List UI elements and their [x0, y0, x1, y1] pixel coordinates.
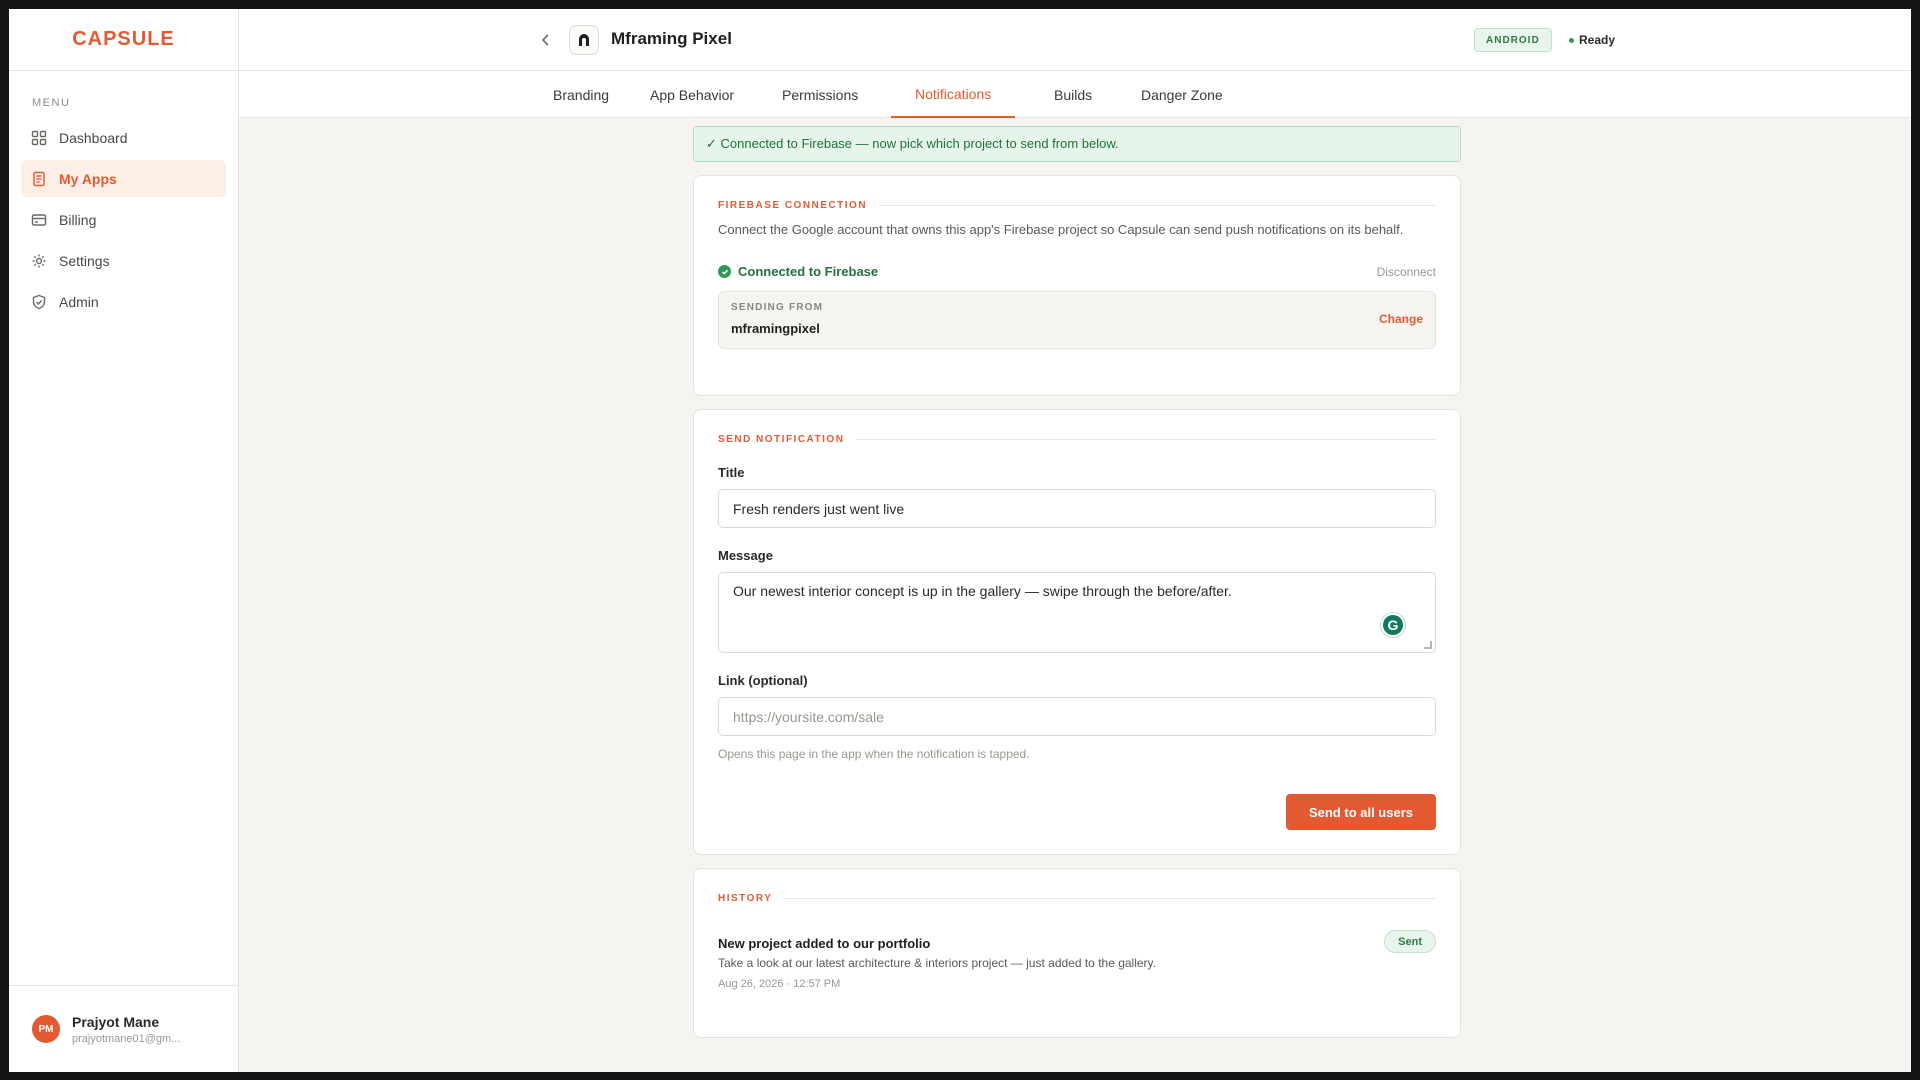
- user-name: Prajyot Mane: [72, 1013, 160, 1030]
- status-badge: Sent: [1384, 930, 1436, 953]
- user-profile[interactable]: PM Prajyot Mane prajyotmane01@gm...: [9, 985, 238, 1072]
- sidebar-item-admin[interactable]: Admin: [21, 283, 226, 320]
- message-label: Message: [718, 548, 773, 563]
- sending-from-label: SENDING FROM: [731, 302, 824, 313]
- link-input[interactable]: https://yoursite.com/sale: [718, 697, 1436, 736]
- send-notification-card: SEND NOTIFICATION Title Fresh renders ju…: [693, 409, 1461, 855]
- resize-handle-icon[interactable]: [1424, 641, 1432, 649]
- sidebar-item-label: Dashboard: [59, 129, 128, 146]
- brand-logo[interactable]: CAPSULE: [9, 9, 238, 71]
- sidebar: CAPSULE MENU Dashboard My Apps Billing S…: [9, 9, 239, 1072]
- tab-app-behavior[interactable]: App Behavior: [626, 71, 758, 118]
- gear-icon: [31, 253, 47, 269]
- tab-permissions[interactable]: Permissions: [758, 71, 882, 118]
- list-item[interactable]: New project added to our portfolio Take …: [718, 930, 1436, 990]
- connected-label: Connected to Firebase: [738, 264, 879, 279]
- section-title: FIREBASE CONNECTION: [718, 200, 1436, 211]
- send-to-all-users-button[interactable]: Send to all users: [1286, 794, 1436, 830]
- sidebar-item-billing[interactable]: Billing: [21, 201, 226, 238]
- sending-from-box: SENDING FROM mframingpixel Change: [718, 291, 1436, 349]
- title-input[interactable]: Fresh renders just went live: [718, 489, 1436, 528]
- message-textarea[interactable]: Our newest interior concept is up in the…: [718, 572, 1436, 653]
- sidebar-item-label: Billing: [59, 211, 97, 228]
- arch-icon: [579, 34, 589, 46]
- platform-badge: ANDROID: [1474, 28, 1552, 52]
- app-icon: [569, 25, 599, 55]
- success-banner: ✓ Connected to Firebase — now pick which…: [693, 126, 1461, 162]
- grid-icon: [31, 130, 47, 146]
- section-title: HISTORY: [718, 893, 1436, 904]
- sidebar-item-label: Settings: [59, 252, 110, 269]
- back-button[interactable]: [535, 29, 557, 51]
- title-label: Title: [718, 465, 745, 480]
- history-item-time: Aug 26, 2026 · 12:57 PM: [718, 978, 841, 990]
- sidebar-item-dashboard[interactable]: Dashboard: [21, 119, 226, 156]
- sidebar-item-my-apps[interactable]: My Apps: [21, 160, 226, 197]
- app-name: Mframing Pixel: [611, 29, 732, 48]
- tab-bar: Branding App Behavior Permissions Notifi…: [239, 71, 1911, 118]
- sending-from-value: mframingpixel: [731, 321, 820, 336]
- message-text: Our newest interior concept is up in the…: [733, 583, 1232, 599]
- tab-branding[interactable]: Branding: [529, 71, 633, 118]
- status-label: Ready: [1579, 33, 1616, 47]
- user-email: prajyotmane01@gm...: [72, 1032, 181, 1045]
- tab-notifications[interactable]: Notifications: [891, 71, 1016, 118]
- firebase-connection-card: FIREBASE CONNECTION Connect the Google a…: [693, 175, 1461, 396]
- connection-status: Connected to Firebase: [718, 264, 878, 279]
- grammarly-icon[interactable]: G: [1381, 613, 1405, 637]
- tab-danger-zone[interactable]: Danger Zone: [1117, 71, 1247, 118]
- chevron-left-icon: [541, 34, 549, 46]
- menu-label: MENU: [32, 97, 71, 109]
- app-header: Mframing Pixel ANDROID Ready: [239, 9, 1911, 71]
- change-project-button[interactable]: Change: [1379, 312, 1423, 326]
- history-item-title: New project added to our portfolio: [718, 936, 931, 951]
- section-title: SEND NOTIFICATION: [718, 434, 1436, 445]
- disconnect-link[interactable]: Disconnect: [1377, 265, 1436, 279]
- check-circle-icon: [718, 265, 731, 278]
- notifications-panel: ✓ Connected to Firebase — now pick which…: [693, 126, 1461, 1038]
- sidebar-item-label: My Apps: [59, 170, 117, 187]
- sidebar-item-label: Admin: [59, 293, 99, 310]
- card-icon: [31, 212, 47, 228]
- link-placeholder: https://yoursite.com/sale: [733, 708, 884, 725]
- document-icon: [31, 171, 47, 187]
- tab-builds[interactable]: Builds: [1030, 71, 1116, 118]
- avatar: PM: [32, 1015, 60, 1043]
- firebase-description: Connect the Google account that owns thi…: [718, 222, 1404, 237]
- sidebar-item-settings[interactable]: Settings: [21, 242, 226, 279]
- status-dot-icon: [1569, 37, 1574, 43]
- status-indicator: Ready: [1569, 33, 1615, 47]
- link-label: Link (optional): [718, 673, 808, 688]
- history-item-body: Take a look at our latest architecture &…: [718, 956, 1156, 970]
- shield-icon: [31, 294, 47, 310]
- link-hint: Opens this page in the app when the noti…: [718, 747, 1030, 761]
- brand-name: CAPSULE: [72, 28, 175, 50]
- app-window: CAPSULE MENU Dashboard My Apps Billing S…: [9, 9, 1911, 1072]
- history-card: HISTORY New project added to our portfol…: [693, 868, 1461, 1038]
